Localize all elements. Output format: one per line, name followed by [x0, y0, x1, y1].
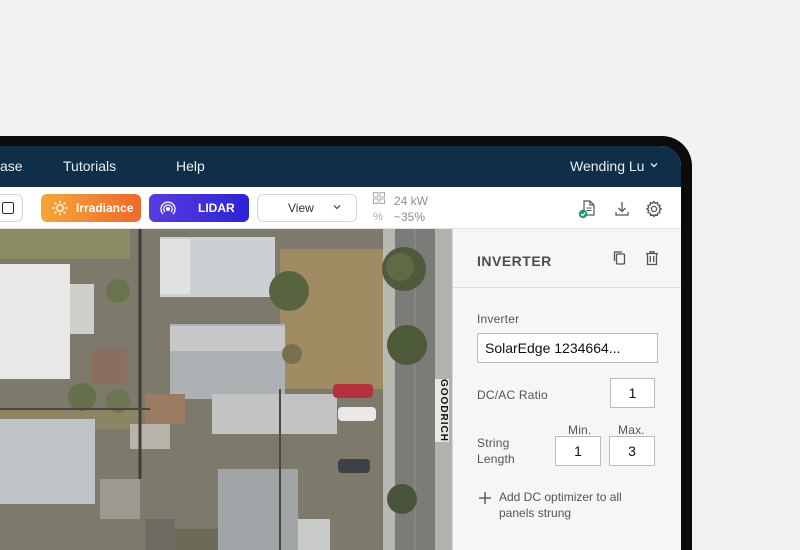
chevron-down-icon[interactable] — [649, 160, 659, 173]
panels-grid-icon — [373, 192, 387, 209]
square-icon — [2, 202, 14, 214]
dcac-ratio-input[interactable]: 1 — [610, 378, 655, 408]
inverter-select[interactable]: SolarEdge 1234664... — [477, 333, 658, 363]
satellite-map[interactable]: GOODRICH — [0, 229, 452, 550]
string-min-input[interactable]: 1 — [555, 436, 601, 466]
gear-icon[interactable] — [644, 199, 664, 219]
min-label: Min. — [568, 423, 592, 437]
app-screen: ase Tutorials Help Wending Lu Irradiance… — [0, 146, 681, 550]
view-label: View — [288, 201, 314, 215]
plus-icon[interactable] — [478, 491, 492, 505]
panel-header: INVERTER — [453, 229, 681, 288]
select-tool-button[interactable] — [0, 194, 23, 222]
max-label: Max. — [618, 423, 645, 437]
inverter-panel: INVERTER Inverter SolarEdge 1234664... D — [452, 229, 681, 550]
nav-item-help[interactable]: Help — [176, 158, 205, 174]
add-dc-optimizer-link[interactable]: Add DC optimizer to all panels strung — [499, 489, 659, 521]
percent-icon: % — [373, 211, 383, 223]
string-max-input[interactable]: 3 — [609, 436, 655, 466]
aerial-imagery — [0, 229, 452, 550]
user-menu[interactable]: Wending Lu — [570, 158, 644, 174]
system-stats: 24 kW % ~35% — [373, 192, 428, 225]
download-icon[interactable] — [612, 199, 632, 219]
nav-item-truncated[interactable]: ase — [0, 158, 23, 174]
signal-icon — [160, 200, 176, 216]
toolbar: Irradiance LIDAR View 24 kW % ~35% — [0, 187, 681, 229]
power-value: 24 kW — [394, 193, 429, 208]
string-length-label-line2: Length — [477, 452, 515, 466]
nav-item-tutorials[interactable]: Tutorials — [63, 158, 116, 174]
lidar-label: LIDAR — [198, 201, 235, 215]
street-label: GOODRICH — [435, 379, 449, 442]
sun-icon — [52, 200, 68, 216]
view-dropdown[interactable]: View — [257, 194, 357, 222]
irradiance-button[interactable]: Irradiance — [41, 194, 141, 222]
panel-title: INVERTER — [477, 253, 552, 269]
lidar-button[interactable]: LIDAR — [149, 194, 249, 222]
string-length-label-line1: String — [477, 436, 510, 450]
document-check-icon[interactable] — [578, 199, 598, 219]
copy-icon[interactable] — [611, 249, 629, 267]
chevron-down-icon — [332, 202, 342, 215]
irradiance-label: Irradiance — [76, 201, 134, 215]
trash-icon[interactable] — [643, 249, 661, 267]
offset-value: ~35% — [394, 210, 426, 224]
dcac-ratio-label: DC/AC Ratio — [477, 388, 548, 402]
inverter-label: Inverter — [477, 312, 520, 326]
top-nav: ase Tutorials Help Wending Lu — [0, 146, 681, 187]
